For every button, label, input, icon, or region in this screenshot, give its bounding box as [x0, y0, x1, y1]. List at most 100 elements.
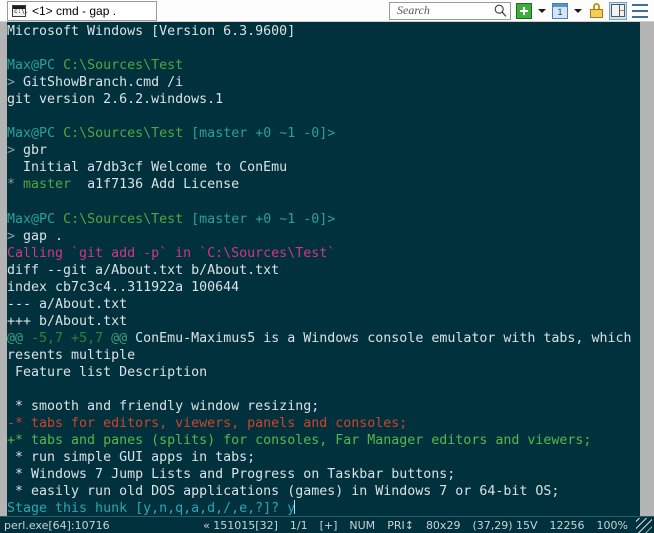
console-one-icon	[552, 2, 568, 19]
terminal-line: > gap .	[7, 228, 640, 245]
status-cell: 100%	[596, 518, 628, 532]
split-panes-button[interactable]	[609, 1, 627, 20]
resize-grip-icon[interactable]	[636, 517, 652, 533]
terminal-line: +++ b/About.txt	[7, 313, 640, 330]
terminal-text: -5,7 +5,7	[31, 330, 104, 346]
terminal-scrollbar[interactable]	[640, 22, 654, 516]
terminal-text: Feature list Description	[7, 364, 208, 380]
terminal-line: diff --git a/About.txt b/About.txt	[7, 262, 640, 279]
lock-button[interactable]	[587, 2, 605, 20]
terminal-line: Stage this hunk [y,n,q,a,d,/,e,?]? y	[7, 500, 640, 516]
terminal-text: * run simple GUI apps in tabs;	[7, 450, 256, 466]
terminal-text: +++ b/About.txt	[7, 313, 128, 329]
terminal-line: * Windows 7 Jump Lists and Progress on T…	[7, 466, 640, 483]
search-input[interactable]	[395, 2, 493, 19]
conemu-window: <1> cmd - gap .	[0, 0, 654, 533]
terminal-text: ConEmu-Maximus5 is a Windows console emu…	[127, 330, 640, 346]
terminal-text: >	[7, 228, 24, 244]
status-cell: « 151015[32]	[203, 518, 278, 532]
terminal-line: Max@PC C:\Sources\Test	[7, 57, 640, 74]
terminal-line: resents multiple	[7, 347, 640, 364]
terminal-line: Max@PC C:\Sources\Test [master +0 ~1 -0]…	[7, 125, 640, 142]
terminal-text: @@	[7, 330, 24, 346]
terminal-text: Calling `git add -p` in `C:\Sources\Test…	[7, 245, 336, 261]
new-console-dropdown[interactable]	[537, 2, 547, 20]
terminal-text: Microsoft Windows [Version 6.3.9600]	[7, 24, 296, 39]
terminal-area: Microsoft Windows [Version 6.3.9600] Max@…	[0, 22, 654, 516]
terminal-text: GitShowBranch.cmd /i	[23, 75, 184, 91]
search-box[interactable]	[389, 1, 511, 20]
terminal-text: resents multiple	[7, 347, 136, 363]
terminal-output[interactable]: Microsoft Windows [Version 6.3.9600] Max@…	[7, 22, 640, 516]
terminal-text: master	[23, 177, 72, 193]
terminal-line: > gbr	[7, 142, 640, 159]
new-console-button[interactable]	[515, 2, 533, 20]
status-cell: (37,29) 15V	[472, 518, 538, 532]
terminal-text: gap .	[23, 228, 64, 244]
terminal-text: @@	[111, 330, 128, 346]
terminal-text: [master +0 ~1 -0]>	[191, 126, 336, 142]
terminal-text: +* tabs and panes (splits) for consoles,…	[7, 433, 592, 449]
terminal-line: Feature list Description	[7, 364, 640, 381]
terminal-line: Max@PC C:\Sources\Test [master +0 ~1 -0]…	[7, 211, 640, 228]
status-cells: « 151015[32] 1/1 [+] NUM PRI↕ 80x29 (37,29) 15…	[197, 519, 634, 532]
tab-label: <1> cmd - gap .	[32, 3, 117, 18]
terminal-line: index cb7c3c4..311922a 100644	[7, 279, 640, 296]
chevron-down-icon	[538, 8, 546, 13]
terminal-line: > GitShowBranch.cmd /i	[7, 74, 640, 91]
terminal-text: * easily run old DOS applications (games…	[7, 484, 560, 500]
toolbar	[389, 1, 654, 20]
green-plus-icon	[516, 2, 532, 19]
magnifier-icon[interactable]	[493, 4, 507, 18]
terminal-text: --- a/About.txt	[7, 296, 128, 312]
hamburger-menu-icon	[632, 3, 648, 18]
terminal-text: >	[7, 143, 24, 159]
tab-bar: <1> cmd - gap .	[0, 0, 654, 22]
console-icon	[12, 4, 28, 17]
padlock-icon	[589, 3, 603, 18]
terminal-text: Max@PC	[7, 211, 56, 227]
terminal-line: git version 2.6.2.windows.1	[7, 91, 640, 108]
status-process: perl.exe[64]:10716	[4, 518, 110, 532]
terminal-text: * smooth and friendly window resizing;	[7, 399, 320, 415]
status-cell: PRI↕	[387, 518, 414, 532]
status-bar: perl.exe[64]:10716 « 151015[32] 1/1 [+] NUM…	[0, 516, 654, 533]
terminal-line: +* tabs and panes (splits) for consoles,…	[7, 432, 640, 449]
active-console-dropdown[interactable]	[573, 2, 583, 20]
terminal-line: * run simple GUI apps in tabs;	[7, 449, 640, 466]
terminal-text: -* tabs for editors, viewers, panels and…	[7, 416, 408, 432]
terminal-text: diff --git a/About.txt b/About.txt	[7, 262, 280, 278]
terminal-text: >	[7, 75, 24, 91]
status-cell: NUM	[349, 518, 376, 532]
status-cell: 1/1	[289, 518, 308, 532]
terminal-text: index cb7c3c4..311922a 100644	[7, 279, 240, 295]
terminal-text: [master +0 ~1 -0]>	[191, 211, 336, 227]
status-cell: 12256	[549, 518, 585, 532]
terminal-line: --- a/About.txt	[7, 296, 640, 313]
text-cursor	[294, 500, 296, 515]
terminal-line: Microsoft Windows [Version 6.3.9600]	[7, 23, 640, 40]
active-console-button[interactable]	[551, 2, 569, 20]
terminal-text: git version 2.6.2.windows.1	[7, 92, 224, 108]
tab-console-1[interactable]: <1> cmd - gap .	[7, 0, 157, 21]
terminal-text: C:\Sources\Test	[63, 211, 184, 227]
terminal-text: Initial a7db3cf Welcome to ConEmu	[7, 160, 288, 176]
terminal-line: * master a1f7136 Add License	[7, 176, 640, 193]
terminal-line: @@ -5,7 +5,7 @@ ConEmu-Maximus5 is a Win…	[7, 330, 640, 347]
system-menu-button[interactable]	[631, 2, 649, 20]
terminal-text: Stage this hunk [y,n,q,a,d,/,e,?]? y	[7, 501, 296, 516]
status-cell: 80x29	[425, 518, 461, 532]
terminal-text: *	[7, 177, 24, 193]
status-cell: [+]	[319, 518, 338, 532]
terminal-text: C:\Sources\Test	[63, 58, 184, 74]
terminal-line: Calling `git add -p` in `C:\Sources\Test…	[7, 245, 640, 262]
